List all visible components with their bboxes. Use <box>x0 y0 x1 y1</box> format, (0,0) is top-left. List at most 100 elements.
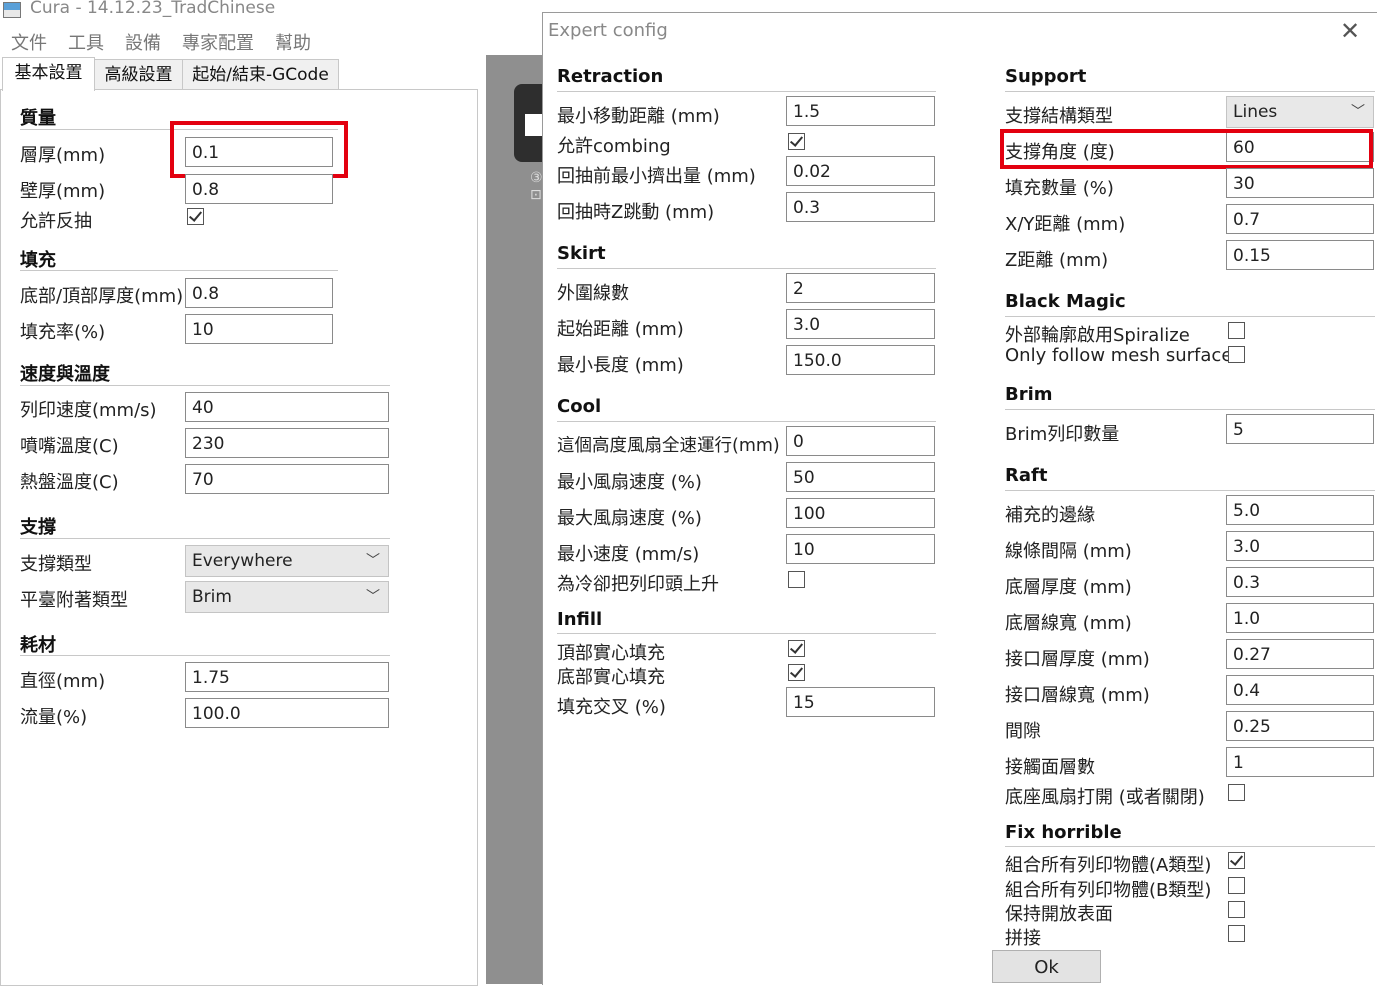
nozzle-temp-input[interactable]: 230 <box>185 428 389 458</box>
keep-open-checkbox[interactable] <box>1228 901 1245 918</box>
shell-thickness-label: 壁厚(mm) <box>20 181 106 202</box>
tab-advanced[interactable]: 高級設置 <box>94 59 183 91</box>
z-hop-input[interactable]: 0.3 <box>786 192 935 222</box>
platform-adhesion-select[interactable]: Brim ﹀ <box>185 581 389 613</box>
mesh-surface-label: Only follow mesh surface <box>1005 345 1233 366</box>
raft-line-spacing-label: 線條間隔 (mm) <box>1005 541 1132 562</box>
retraction-enable-label: 允許反抽 <box>20 211 92 232</box>
spiralize-checkbox[interactable] <box>1228 322 1245 339</box>
support-type-select[interactable]: Everywhere ﹀ <box>185 545 389 577</box>
stitch-checkbox[interactable] <box>1228 925 1245 942</box>
union-b-label: 組合所有列印物體(B類型) <box>1005 880 1212 901</box>
raft-base-width-input[interactable]: 1.0 <box>1226 603 1374 633</box>
menu-machine[interactable]: 設備 <box>125 29 161 55</box>
menu-file[interactable]: 文件 <box>11 29 47 55</box>
infill-overlap-label: 填充交叉 (%) <box>557 697 666 718</box>
solid-bottom-checkbox[interactable] <box>788 664 805 681</box>
raft-air-gap-input[interactable]: 0.25 <box>1226 711 1374 741</box>
mesh-surface-checkbox[interactable] <box>1228 346 1245 363</box>
layer-height-label: 層厚(mm) <box>20 145 106 166</box>
section-expert-support-title: Support <box>1005 66 1087 87</box>
support-xy-input[interactable]: 0.7 <box>1226 204 1374 234</box>
min-extrusion-input[interactable]: 0.02 <box>786 156 935 186</box>
raft-fan-checkbox[interactable] <box>1228 784 1245 801</box>
section-cool-title: Cool <box>557 396 602 417</box>
cool-min-speed-input[interactable]: 10 <box>786 534 935 564</box>
fan-min-speed-input[interactable]: 50 <box>786 462 935 492</box>
union-b-checkbox[interactable] <box>1228 877 1245 894</box>
raft-interface-thickness-label: 接口層厚度 (mm) <box>1005 649 1150 670</box>
chevron-down-icon: ﹀ <box>366 589 380 605</box>
cura-app-icon <box>3 2 21 18</box>
section-divider <box>20 385 390 386</box>
view-mode-icon: ③ ⊡ <box>530 170 543 203</box>
section-quality-title: 質量 <box>20 108 56 129</box>
retraction-enable-checkbox[interactable] <box>187 208 204 225</box>
skirt-start-distance-label: 起始距離 (mm) <box>557 319 684 340</box>
menu-help[interactable]: 幫助 <box>275 29 311 55</box>
raft-surface-layers-input[interactable]: 1 <box>1226 747 1374 777</box>
support-structure-select[interactable]: Lines ﹀ <box>1226 96 1374 128</box>
skirt-line-count-input[interactable]: 2 <box>786 273 935 303</box>
section-divider <box>1005 316 1375 317</box>
brim-line-count-input[interactable]: 5 <box>1226 414 1374 444</box>
raft-margin-input[interactable]: 5.0 <box>1226 495 1374 525</box>
section-divider <box>1005 91 1375 92</box>
cool-head-lift-label: 為冷卻把列印頭上升 <box>557 574 719 595</box>
highlight-box-layer-height <box>170 121 348 178</box>
menu-expert[interactable]: 專家配置 <box>182 29 254 55</box>
tab-basic[interactable]: 基本設置 <box>2 57 95 91</box>
section-divider <box>1005 846 1375 847</box>
keep-open-label: 保持開放表面 <box>1005 904 1113 925</box>
support-type-label: 支撐類型 <box>20 554 92 575</box>
support-z-label: Z距離 (mm) <box>1005 250 1109 271</box>
shell-thickness-input[interactable]: 0.8 <box>185 174 333 204</box>
window-title: Cura - 14.12.23_TradChinese <box>30 0 276 18</box>
menu-tools[interactable]: 工具 <box>68 29 104 55</box>
chevron-down-icon: ﹀ <box>366 553 380 569</box>
close-icon[interactable]: ✕ <box>1340 17 1360 45</box>
support-fill-input[interactable]: 30 <box>1226 168 1374 198</box>
solid-top-checkbox[interactable] <box>788 640 805 657</box>
support-structure-value: Lines <box>1233 102 1278 122</box>
skirt-min-length-label: 最小長度 (mm) <box>557 355 684 376</box>
infill-overlap-input[interactable]: 15 <box>786 687 935 717</box>
ok-button[interactable]: Ok <box>992 950 1101 983</box>
platform-adhesion-label: 平臺附著類型 <box>20 590 128 611</box>
section-infill-title: Infill <box>557 609 603 630</box>
solid-top-label: 頂部實心填充 <box>557 643 665 664</box>
min-extrusion-label: 回抽前最小擠出量 (mm) <box>557 166 756 187</box>
raft-interface-width-input[interactable]: 0.4 <box>1226 675 1374 705</box>
raft-line-spacing-input[interactable]: 3.0 <box>1226 531 1374 561</box>
skirt-min-length-input[interactable]: 150.0 <box>786 345 935 375</box>
combing-label: 允許combing <box>557 136 671 157</box>
fill-density-label: 填充率(%) <box>20 322 106 343</box>
support-type-value: Everywhere <box>192 551 293 571</box>
combing-checkbox[interactable] <box>788 133 805 150</box>
fan-full-height-input[interactable]: 0 <box>786 426 935 456</box>
platform-adhesion-value: Brim <box>192 587 232 607</box>
raft-base-thickness-input[interactable]: 0.3 <box>1226 567 1374 597</box>
tab-gcode[interactable]: 起始/結束-GCode <box>182 59 339 91</box>
section-divider <box>20 538 390 539</box>
highlight-box-support-angle <box>1000 129 1373 169</box>
section-fill-title: 填充 <box>20 250 56 271</box>
raft-interface-thickness-input[interactable]: 0.27 <box>1226 639 1374 669</box>
skirt-start-distance-input[interactable]: 3.0 <box>786 309 935 339</box>
dialog-title: Expert config <box>548 20 668 41</box>
raft-surface-layers-label: 接觸面層數 <box>1005 757 1095 778</box>
fan-max-speed-input[interactable]: 100 <box>786 498 935 528</box>
support-z-input[interactable]: 0.15 <box>1226 240 1374 270</box>
bed-temp-input[interactable]: 70 <box>185 464 389 494</box>
filament-flow-input[interactable]: 100.0 <box>185 698 389 728</box>
print-speed-input[interactable]: 40 <box>185 392 389 422</box>
min-travel-input[interactable]: 1.5 <box>786 96 935 126</box>
section-divider <box>557 633 936 634</box>
union-a-checkbox[interactable] <box>1228 852 1245 869</box>
z-hop-label: 回抽時Z跳動 (mm) <box>557 202 715 223</box>
filament-diameter-label: 直徑(mm) <box>20 671 106 692</box>
bottom-top-thickness-input[interactable]: 0.8 <box>185 278 333 308</box>
cool-head-lift-checkbox[interactable] <box>788 571 805 588</box>
fill-density-input[interactable]: 10 <box>185 314 333 344</box>
filament-diameter-input[interactable]: 1.75 <box>185 662 389 692</box>
